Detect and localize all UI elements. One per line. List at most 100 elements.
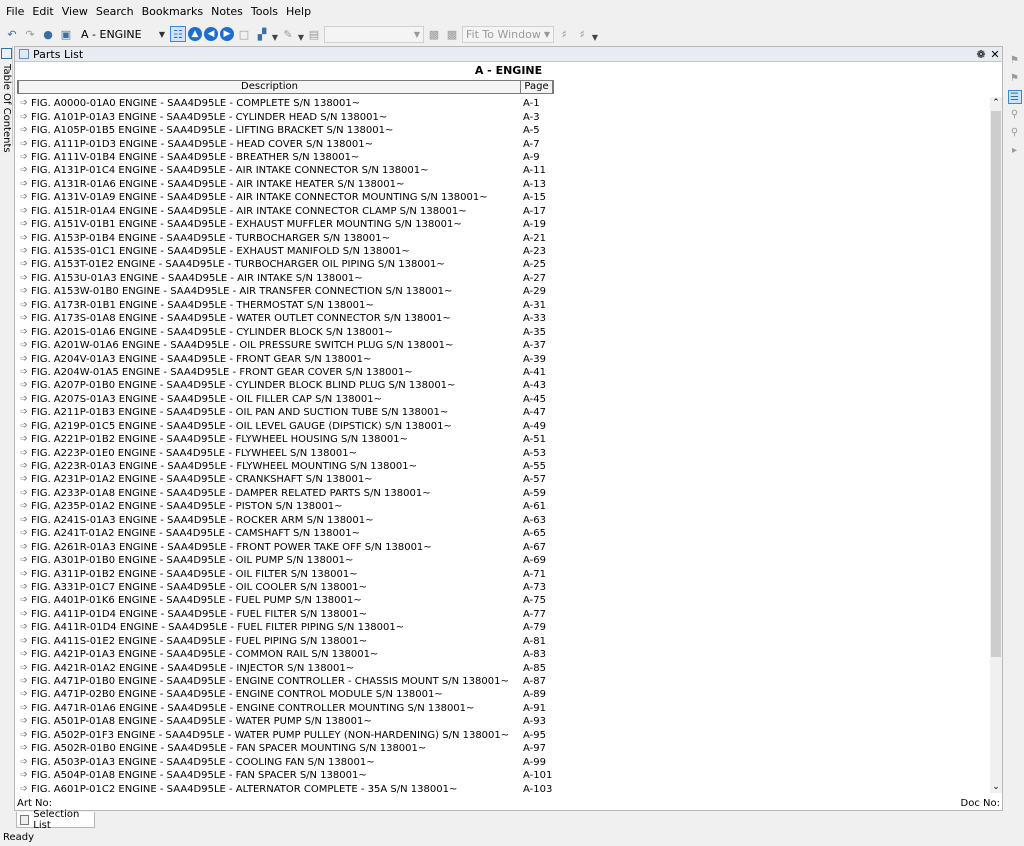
table-row[interactable]: ➩ FIG. A421R-01A2 ENGINE - SAA4D95LE - IN… — [17, 661, 989, 674]
document-view-icon[interactable]: ☷ — [170, 26, 186, 42]
menu-bookmarks[interactable]: Bookmarks — [138, 0, 207, 24]
table-row[interactable]: ➩ FIG. A173R-01B1 ENGINE - SAA4D95LE - TH… — [17, 299, 989, 312]
table-row[interactable]: ➩ FIG. A201S-01A6 ENGINE - SAA4D95LE - CY… — [17, 325, 989, 338]
book-icon[interactable]: ▣ — [58, 26, 74, 42]
back-icon[interactable]: ↶ — [4, 26, 20, 42]
close-icon[interactable]: ✕ — [988, 48, 1002, 61]
menu-tools[interactable]: Tools — [247, 0, 282, 24]
notes-icon[interactable]: ⚑ — [1008, 72, 1022, 86]
toolbar-overflow-icon[interactable]: ▼ — [298, 26, 304, 42]
print-icon[interactable]: ▞ — [254, 26, 270, 42]
section-select[interactable]: A - ENGINE ▼ — [76, 26, 168, 43]
menu-help[interactable]: Help — [282, 0, 315, 24]
unlink-icon[interactable]: ♯ — [574, 26, 590, 42]
table-row[interactable]: ➩ FIG. A173S-01A8 ENGINE - SAA4D95LE - WA… — [17, 312, 989, 325]
table-row[interactable]: ➩ FIG. A471P-01B0 ENGINE - SAA4D95LE - EN… — [17, 675, 989, 688]
table-row[interactable]: ➩ FIG. A221P-01B2 ENGINE - SAA4D95LE - FL… — [17, 433, 989, 446]
table-row[interactable]: ➩ FIG. A501P-01A8 ENGINE - SAA4D95LE - WA… — [17, 715, 989, 728]
row-description: FIG. A504P-01A8 ENGINE - SAA4D95LE - FAN… — [31, 770, 367, 782]
table-of-contents-tab[interactable]: Table Of Contents — [0, 46, 13, 153]
table-row[interactable]: ➩ FIG. A504P-01A8 ENGINE - SAA4D95LE - FA… — [17, 769, 989, 782]
table-row[interactable]: ➩ FIG. A105P-01B5 ENGINE - SAA4D95LE - LI… — [17, 124, 989, 137]
pin-icon[interactable]: ❁ — [974, 48, 988, 61]
table-row[interactable]: ➩ FIG. A261R-01A3 ENGINE - SAA4D95LE - FR… — [17, 540, 989, 553]
selection-list-tab[interactable]: Selection List — [16, 809, 95, 831]
table-row[interactable]: ➩ FIG. A131V-01A9 ENGINE - SAA4D95LE - AI… — [17, 191, 989, 204]
table-row[interactable]: ➩ FIG. A421P-01A3 ENGINE - SAA4D95LE - CO… — [17, 648, 989, 661]
home-icon[interactable]: ● — [40, 26, 56, 42]
table-row[interactable]: ➩ FIG. A233P-01A8 ENGINE - SAA4D95LE - DA… — [17, 487, 989, 500]
zoom-select[interactable]: Fit To Window ▼ — [462, 25, 554, 43]
table-row[interactable]: ➩ FIG. A503P-01A3 ENGINE - SAA4D95LE - CO… — [17, 755, 989, 768]
bookmark-icon[interactable]: ⚑ — [1008, 54, 1022, 68]
table-row[interactable]: ➩ FIG. A411R-01D4 ENGINE - SAA4D95LE - FU… — [17, 621, 989, 634]
table-row[interactable]: ➩ FIG. A211P-01B3 ENGINE - SAA4D95LE - OI… — [17, 406, 989, 419]
table-row[interactable]: ➩ FIG. A223P-01E0 ENGINE - SAA4D95LE - FL… — [17, 446, 989, 459]
table-row[interactable]: ➩ FIG. A502P-01F3 ENGINE - SAA4D95LE - WA… — [17, 729, 989, 742]
table-row[interactable]: ➩ FIG. A207S-01A3 ENGINE - SAA4D95LE - OI… — [17, 393, 989, 406]
table-row[interactable]: ➩ FIG. A111V-01B4 ENGINE - SAA4D95LE - BR… — [17, 151, 989, 164]
table-row[interactable]: ➩ FIG. A219P-01C5 ENGINE - SAA4D95LE - OI… — [17, 420, 989, 433]
table-row[interactable]: ➩ FIG. A311P-01B2 ENGINE - SAA4D95LE - OI… — [17, 567, 989, 580]
table-row[interactable]: ➩ FIG. A131P-01C4 ENGINE - SAA4D95LE - AI… — [17, 164, 989, 177]
row-page: A-49 — [523, 420, 546, 432]
table-row[interactable]: ➩ FIG. A101P-01A3 ENGINE - SAA4D95LE - CY… — [17, 110, 989, 123]
column-page[interactable]: Page — [521, 81, 553, 93]
menu-notes[interactable]: Notes — [207, 0, 247, 24]
table-row[interactable]: ➩ FIG. A151R-01A4 ENGINE - SAA4D95LE - AI… — [17, 205, 989, 218]
arrow-up-icon[interactable]: ▲ — [188, 27, 202, 41]
comment-icon[interactable]: ▤ — [306, 26, 322, 42]
zoom-out-icon[interactable]: ▩ — [444, 26, 460, 42]
table-row[interactable]: ➩ FIG. A153P-01B4 ENGINE - SAA4D95LE - TU… — [17, 231, 989, 244]
table-row[interactable]: ➩ FIG. A471R-01A6 ENGINE - SAA4D95LE - EN… — [17, 702, 989, 715]
table-row[interactable]: ➩ FIG. A411P-01D4 ENGINE - SAA4D95LE - FU… — [17, 608, 989, 621]
arrow-left-icon[interactable]: ◀ — [204, 27, 218, 41]
table-row[interactable]: ➩ FIG. A471P-02B0 ENGINE - SAA4D95LE - EN… — [17, 688, 989, 701]
table-row[interactable]: ➩ FIG. A601P-01C2 ENGINE - SAA4D95LE - AL… — [17, 782, 989, 793]
arrow-right-icon[interactable]: ▶ — [220, 27, 234, 41]
page-select[interactable]: ▼ — [324, 25, 424, 43]
page-icon[interactable]: □ — [236, 26, 252, 42]
table-row[interactable]: ➩ FIG. A401P-01K6 ENGINE - SAA4D95LE - FU… — [17, 594, 989, 607]
search-results-icon[interactable]: ⚲ — [1008, 126, 1022, 140]
table-row[interactable]: ➩ FIG. A131R-01A6 ENGINE - SAA4D95LE - AI… — [17, 178, 989, 191]
table-row[interactable]: ➩ FIG. A153S-01C1 ENGINE - SAA4D95LE - EX… — [17, 245, 989, 258]
table-row[interactable]: ➩ FIG. A0000-01A0 ENGINE - SAA4D95LE - CO… — [17, 97, 989, 110]
menu-search[interactable]: Search — [92, 0, 138, 24]
table-row[interactable]: ➩ FIG. A153W-01B0 ENGINE - SAA4D95LE - AI… — [17, 285, 989, 298]
toolbar-overflow-icon[interactable]: ▼ — [272, 26, 278, 42]
table-row[interactable]: ➩ FIG. A153T-01E2 ENGINE - SAA4D95LE - TU… — [17, 258, 989, 271]
table-row[interactable]: ➩ FIG. A301P-01B0 ENGINE - SAA4D95LE - OI… — [17, 554, 989, 567]
table-row[interactable]: ➩ FIG. A204V-01A3 ENGINE - SAA4D95LE - FR… — [17, 352, 989, 365]
scroll-down-icon[interactable]: ⌄ — [990, 781, 1002, 793]
note-icon[interactable]: ✎ — [280, 26, 296, 42]
forward-icon[interactable]: ↷ — [22, 26, 38, 42]
scrollbar-thumb[interactable] — [991, 111, 1001, 657]
scroll-up-icon[interactable]: ⌃ — [990, 97, 1002, 109]
table-row[interactable]: ➩ FIG. A241T-01A2 ENGINE - SAA4D95LE - CA… — [17, 527, 989, 540]
table-row[interactable]: ➩ FIG. A111P-01D3 ENGINE - SAA4D95LE - HE… — [17, 137, 989, 150]
table-row[interactable]: ➩ FIG. A235P-01A2 ENGINE - SAA4D95LE - PI… — [17, 500, 989, 513]
table-row[interactable]: ➩ FIG. A241S-01A3 ENGINE - SAA4D95LE - RO… — [17, 514, 989, 527]
toolbar-overflow-icon[interactable]: ▼ — [592, 26, 598, 42]
column-description[interactable]: Description — [19, 81, 522, 93]
link-icon[interactable]: ♯ — [556, 26, 572, 42]
table-row[interactable]: ➩ FIG. A502R-01B0 ENGINE - SAA4D95LE - FA… — [17, 742, 989, 755]
expand-icon[interactable]: ▸ — [1008, 144, 1022, 158]
table-row[interactable]: ➩ FIG. A204W-01A5 ENGINE - SAA4D95LE - FR… — [17, 366, 989, 379]
table-row[interactable]: ➩ FIG. A411S-01E2 ENGINE - SAA4D95LE - FU… — [17, 635, 989, 648]
table-row[interactable]: ➩ FIG. A201W-01A6 ENGINE - SAA4D95LE - OI… — [17, 339, 989, 352]
menu-edit[interactable]: Edit — [28, 0, 57, 24]
table-row[interactable]: ➩ FIG. A231P-01A2 ENGINE - SAA4D95LE - CR… — [17, 473, 989, 486]
table-row[interactable]: ➩ FIG. A151V-01B1 ENGINE - SAA4D95LE - EX… — [17, 218, 989, 231]
menu-file[interactable]: File — [2, 0, 28, 24]
vertical-scrollbar[interactable]: ⌃ ⌄ — [990, 97, 1002, 793]
zoom-in-icon[interactable]: ▩ — [426, 26, 442, 42]
parts-list-tool-icon[interactable]: ☰ — [1007, 90, 1022, 104]
table-row[interactable]: ➩ FIG. A207P-01B0 ENGINE - SAA4D95LE - CY… — [17, 379, 989, 392]
table-row[interactable]: ➩ FIG. A223R-01A3 ENGINE - SAA4D95LE - FL… — [17, 460, 989, 473]
search-icon[interactable]: ⚲ — [1008, 108, 1022, 122]
menu-view[interactable]: View — [58, 0, 92, 24]
table-row[interactable]: ➩ FIG. A331P-01C7 ENGINE - SAA4D95LE - OI… — [17, 581, 989, 594]
table-row[interactable]: ➩ FIG. A153U-01A3 ENGINE - SAA4D95LE - AI… — [17, 272, 989, 285]
